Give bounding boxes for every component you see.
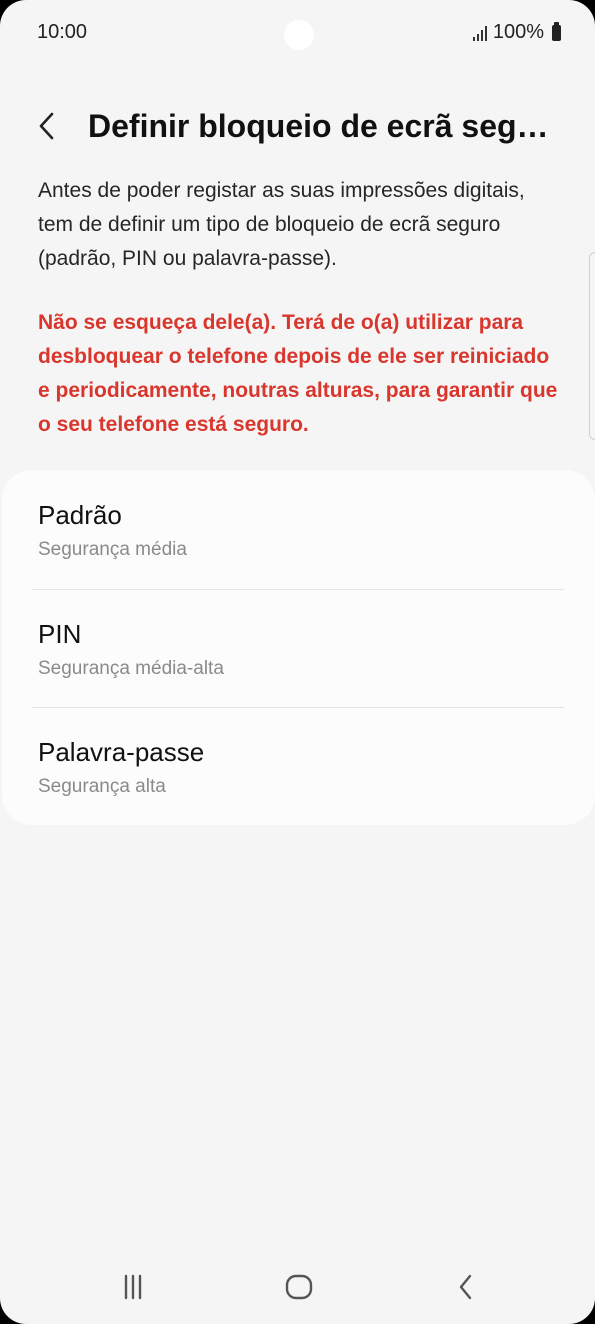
option-pattern[interactable]: Padrão Segurança média [2,470,595,588]
warning-text: Não se esqueça dele(a). Terá de o(a) uti… [38,311,558,436]
status-bar: 10:00 100% [0,0,595,66]
navigation-bar [0,1250,595,1324]
option-pin[interactable]: PIN Segurança média-alta [2,589,595,707]
recent-apps-button[interactable] [93,1250,173,1324]
screen: 10:00 100% Definir bloqueio de ecrã segu… [0,0,595,1324]
option-subtitle: Segurança média-alta [38,658,224,679]
back-button[interactable] [30,104,66,148]
back-icon [459,1274,472,1300]
home-button[interactable] [259,1250,339,1324]
chevron-left-icon [39,112,54,140]
status-time: 10:00 [37,21,88,43]
status-icons: 100% [472,21,561,44]
home-icon [285,1274,313,1300]
option-title: Palavra-passe [38,737,205,767]
intro-text: Antes de poder registar as suas impressõ… [38,179,525,270]
app-header: Definir bloqueio de ecrã seguro [0,96,595,156]
scroll-indicator[interactable] [589,252,595,440]
signal-icon [472,25,487,41]
battery-percentage: 100% [492,21,544,43]
option-password[interactable]: Palavra-passe Segurança alta [2,707,595,825]
lock-type-options: Padrão Segurança média PIN Segurança méd… [2,470,595,825]
option-subtitle: Segurança alta [38,776,166,797]
nav-back-button[interactable] [426,1250,506,1324]
option-title: PIN [38,619,82,649]
option-title: Padrão [38,500,122,530]
option-subtitle: Segurança média [38,539,187,560]
recent-apps-icon [124,1274,142,1300]
camera-cutout [284,20,314,50]
page-title: Definir bloqueio de ecrã seguro [88,108,563,144]
battery-icon [552,21,561,41]
